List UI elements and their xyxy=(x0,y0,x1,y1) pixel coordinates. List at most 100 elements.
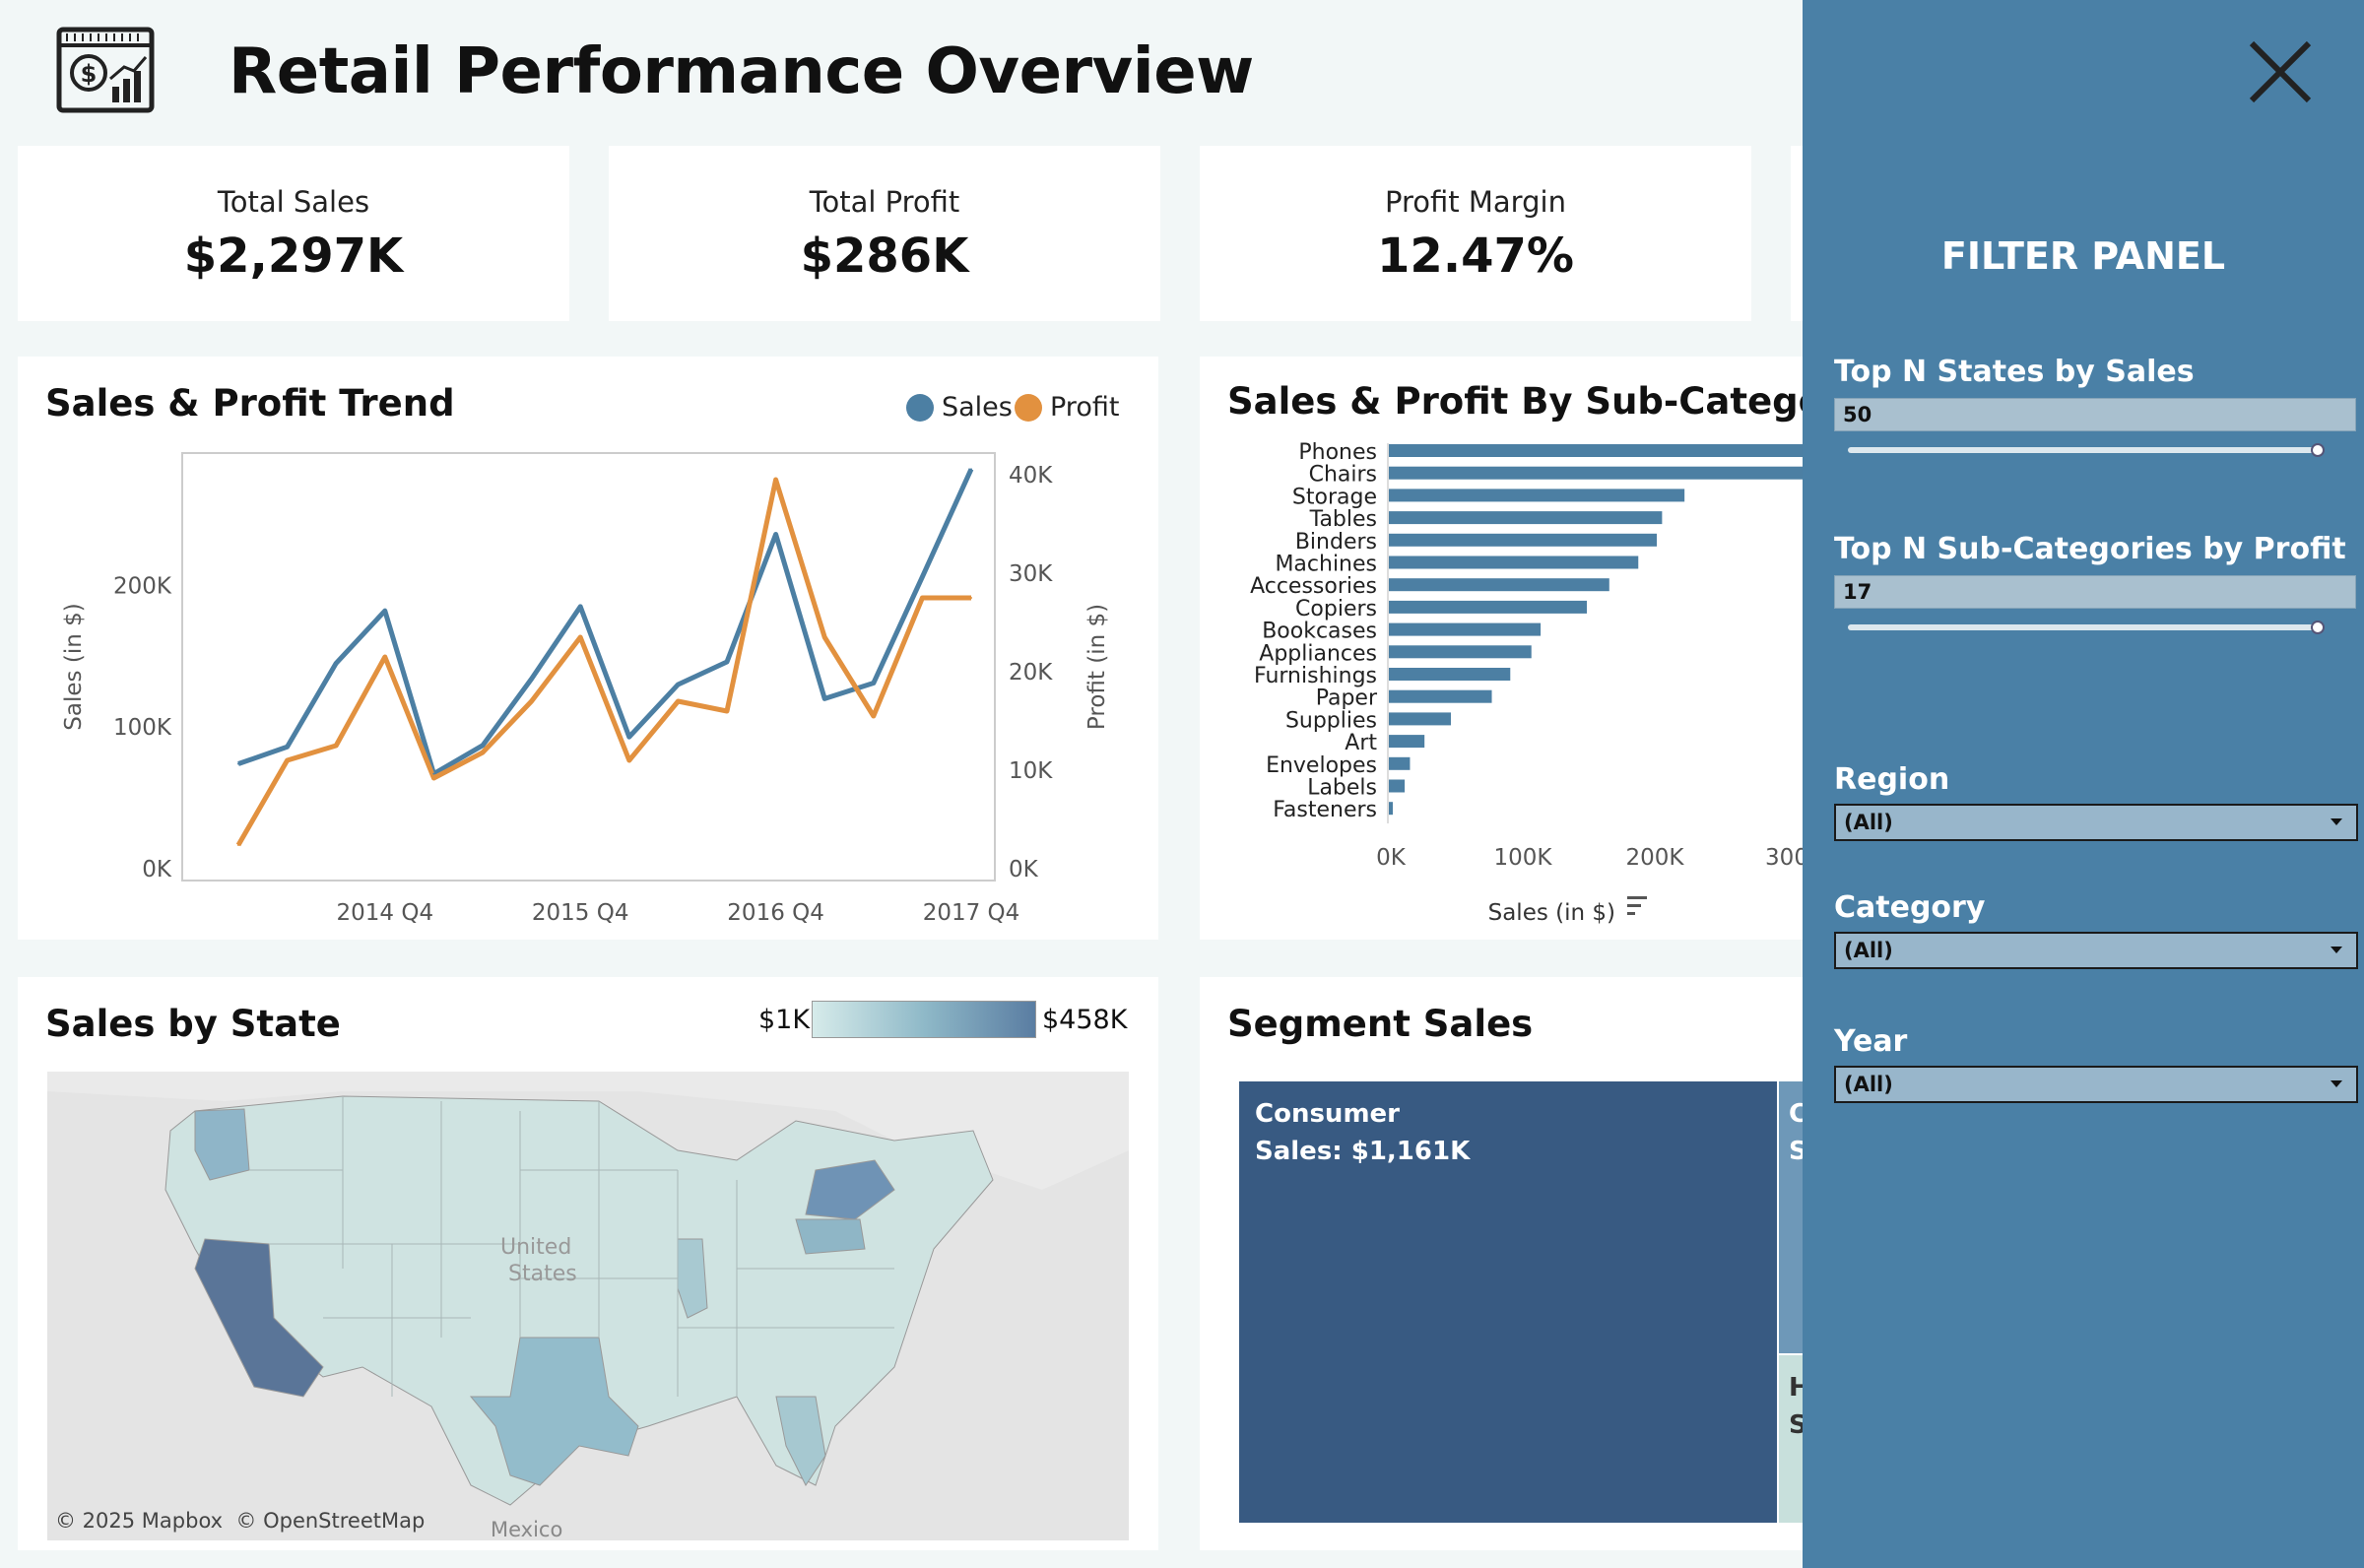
kpi-total-sales: Total Sales $2,297K xyxy=(18,146,569,321)
map-card: Sales by State $1K $458K United States M… xyxy=(18,977,1158,1550)
x-axis-label: Sales (in $) xyxy=(1488,900,1615,926)
y2-tick-label: 30K xyxy=(1009,561,1053,587)
subcat-bar xyxy=(1389,779,1406,793)
y2-axis-label: Profit (in $) xyxy=(1084,604,1110,730)
chevron-down-icon xyxy=(2331,1080,2342,1087)
kpi-value: 12.47% xyxy=(1377,229,1574,284)
treemap-home-office[interactable]: H S xyxy=(1779,1355,1803,1523)
sales-point xyxy=(921,575,924,578)
category-label: Art xyxy=(1345,731,1377,755)
profit-point xyxy=(774,479,777,481)
map-title: Sales by State xyxy=(45,1003,341,1045)
legend-max-label: $458K xyxy=(1042,1005,1128,1035)
plot-frame xyxy=(181,452,996,882)
profit-point xyxy=(237,844,239,846)
profit-point xyxy=(627,759,630,761)
top-states-slider-track[interactable] xyxy=(1848,447,2319,453)
x-tick-label: 2015 Q4 xyxy=(532,900,629,926)
kpi-label: Total Sales xyxy=(217,185,370,219)
kpi-total-profit: Total Profit $286K xyxy=(609,146,1160,321)
sales-point xyxy=(970,468,972,471)
y2-tick-label: 10K xyxy=(1009,758,1053,784)
subcat-bar xyxy=(1389,600,1587,614)
y-tick-label: 200K xyxy=(113,573,172,599)
profit-point xyxy=(335,745,338,747)
sales-point xyxy=(872,682,875,685)
subcat-bar xyxy=(1389,735,1425,749)
sales-point xyxy=(627,736,630,739)
category-label: Copiers xyxy=(1295,597,1377,621)
treemap-consumer[interactable]: Consumer Sales: $1,161K xyxy=(1239,1081,1777,1523)
top-states-value-field[interactable]: 50 xyxy=(1834,398,2356,431)
category-label: Labels xyxy=(1307,776,1377,801)
sales-point xyxy=(432,772,435,775)
profit-point xyxy=(677,700,680,702)
legend-sales-label: Sales xyxy=(942,392,1013,423)
treemap-label: H xyxy=(1789,1373,1803,1403)
sales-point xyxy=(823,697,826,700)
subcat-bar xyxy=(1389,555,1639,569)
y2-tick-label: 0K xyxy=(1009,857,1039,882)
category-select[interactable]: (All) xyxy=(1834,932,2358,969)
top-states-slider-handle[interactable] xyxy=(2311,443,2325,457)
chevron-down-icon xyxy=(2331,947,2342,953)
mexico-label: Mexico xyxy=(491,1518,562,1540)
subcat-bar xyxy=(1389,712,1451,726)
x-tick-label: 2014 Q4 xyxy=(337,900,434,926)
top-subcat-slider-track[interactable] xyxy=(1848,624,2319,630)
y-axis-label: Sales (in $) xyxy=(61,603,87,730)
profit-point xyxy=(286,759,289,761)
category-label: Appliances xyxy=(1259,641,1377,666)
filter-panel: FILTER PANEL Top N States by Sales 50 To… xyxy=(1803,0,2364,1568)
treemap-value: Sales: $1,161K xyxy=(1255,1137,1471,1166)
treemap-value: S xyxy=(1789,1410,1803,1440)
x-tick-label: 300 xyxy=(1765,845,1803,871)
treemap-corporate[interactable]: C S xyxy=(1779,1081,1803,1353)
color-legend-gradient xyxy=(812,1001,1036,1038)
segment-card: Segment Sales Consumer Sales: $1,161K C … xyxy=(1200,977,1803,1550)
region-select[interactable]: (All) xyxy=(1834,804,2358,841)
top-subcat-slider-handle[interactable] xyxy=(2311,621,2325,634)
close-icon[interactable] xyxy=(2246,37,2315,106)
sales-point xyxy=(726,660,728,663)
subcat-bar xyxy=(1389,668,1511,681)
profit-point xyxy=(823,636,826,638)
category-label: Category xyxy=(1834,890,1986,925)
y-tick-label: 0K xyxy=(142,857,172,882)
profit-point xyxy=(530,700,533,702)
subcat-bar xyxy=(1389,466,1803,480)
profit-point xyxy=(970,597,972,599)
category-label: Tables xyxy=(1309,507,1377,532)
category-label: Accessories xyxy=(1250,574,1377,599)
map-attribution[interactable]: © 2025 Mapbox © OpenStreetMap xyxy=(55,1509,425,1533)
year-select[interactable]: (All) xyxy=(1834,1066,2358,1103)
sales-point xyxy=(530,678,533,681)
country-label: States xyxy=(508,1262,577,1286)
category-label: Storage xyxy=(1292,485,1377,509)
country-label: United xyxy=(500,1235,571,1260)
y-tick-label: 100K xyxy=(113,715,172,741)
map-canvas[interactable]: United States Mexico © 2025 Mapbox © Ope… xyxy=(47,1072,1129,1540)
category-label: Fasteners xyxy=(1273,798,1377,822)
treemap-label: Consumer xyxy=(1255,1099,1400,1129)
top-subcat-value-field[interactable]: 17 xyxy=(1834,575,2356,609)
legend-min-label: $1K xyxy=(758,1005,811,1035)
category-label: Envelopes xyxy=(1266,753,1377,778)
svg-text:$: $ xyxy=(81,60,98,88)
year-selected-value: (All) xyxy=(1844,1073,1893,1096)
us-map: United States Mexico xyxy=(47,1072,1129,1540)
top-subcat-label: Top N Sub-Categories by Profit xyxy=(1834,532,2346,566)
trend-chart: Sales Profit Sales (in $) Profit (in $) … xyxy=(61,392,1119,926)
kpi-label: Profit Margin xyxy=(1385,185,1566,219)
profit-point xyxy=(726,710,728,712)
sales-point xyxy=(579,605,582,608)
sales-point xyxy=(286,746,289,749)
subcat-card: Sales & Profit By Sub-Category Phones Cha… xyxy=(1200,357,1803,940)
segment-title: Segment Sales xyxy=(1227,1003,1534,1045)
subcat-bar xyxy=(1389,802,1394,816)
dollar-chart-icon: $ xyxy=(55,26,156,114)
category-label: Furnishings xyxy=(1254,664,1377,688)
x-tick-label: 2017 Q4 xyxy=(923,900,1020,926)
subcat-bar xyxy=(1389,511,1663,525)
profit-point xyxy=(432,777,435,779)
